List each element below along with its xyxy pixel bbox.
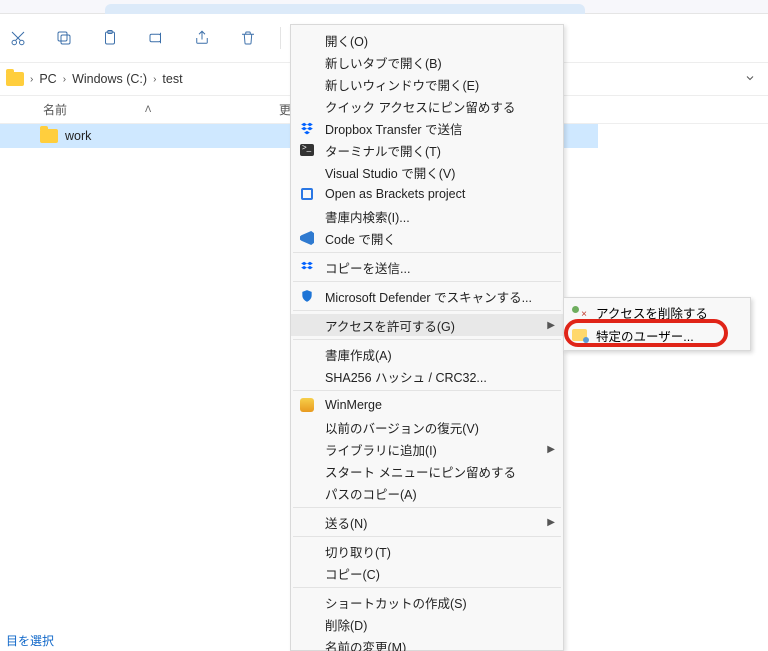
chevron-down-icon[interactable] <box>744 72 756 87</box>
menu-add-library[interactable]: ライブラリに追加(I) ▶ <box>291 438 563 460</box>
menu-create-archive[interactable]: 書庫作成(A) <box>291 343 563 365</box>
chevron-right-icon: › <box>63 74 66 85</box>
copy-icon[interactable] <box>54 28 74 48</box>
dropbox-icon <box>299 120 315 136</box>
menu-send-copy[interactable]: コピーを送信... <box>291 256 563 278</box>
menu-winmerge[interactable]: WinMerge <box>291 394 563 416</box>
context-menu: 開く(O) 新しいタブで開く(B) 新しいウィンドウで開く(E) クイック アク… <box>290 24 564 651</box>
menu-separator <box>293 390 561 391</box>
menu-sha256[interactable]: SHA256 ハッシュ / CRC32... <box>291 365 563 387</box>
menu-create-shortcut[interactable]: ショートカットの作成(S) <box>291 591 563 613</box>
menu-rename[interactable]: 名前の変更(M) <box>291 635 563 651</box>
status-text: 目を選択 <box>6 632 54 649</box>
menu-separator <box>293 587 561 588</box>
tab-strip <box>0 0 768 14</box>
submenu-grant-access: アクセスを削除する 特定のユーザー... <box>563 297 751 351</box>
specific-user-icon <box>571 327 587 343</box>
chevron-right-icon: ▶ <box>547 320 555 331</box>
menu-grant-access[interactable]: アクセスを許可する(G) ▶ <box>291 314 563 336</box>
share-icon[interactable] <box>192 28 212 48</box>
item-name: work <box>65 129 295 143</box>
vscode-icon <box>299 230 315 246</box>
menu-open-new-window[interactable]: 新しいウィンドウで開く(E) <box>291 73 563 95</box>
shield-icon <box>299 288 315 304</box>
chevron-right-icon: › <box>153 74 156 85</box>
terminal-icon <box>299 142 315 158</box>
dropbox-icon <box>299 259 315 275</box>
breadcrumb-pc[interactable]: PC <box>39 72 56 86</box>
column-name[interactable]: 名前 <box>43 101 67 118</box>
menu-pin-quick-access[interactable]: クイック アクセスにピン留めする <box>291 95 563 117</box>
menu-separator <box>293 310 561 311</box>
menu-open[interactable]: 開く(O) <box>291 29 563 51</box>
menu-archive-search[interactable]: 書庫内検索(I)... <box>291 205 563 227</box>
folder-icon <box>6 72 24 86</box>
menu-path-copy[interactable]: パスのコピー(A) <box>291 482 563 504</box>
delete-icon[interactable] <box>238 28 258 48</box>
breadcrumb-folder[interactable]: test <box>162 72 182 86</box>
menu-open-vscode[interactable]: Code で開く <box>291 227 563 249</box>
menu-copy[interactable]: コピー(C) <box>291 562 563 584</box>
rename-icon[interactable] <box>146 28 166 48</box>
chevron-right-icon: ▶ <box>547 517 555 528</box>
menu-separator <box>293 281 561 282</box>
remove-user-icon <box>571 304 587 320</box>
chevron-right-icon: › <box>30 74 33 85</box>
menu-separator <box>293 536 561 537</box>
menu-open-new-tab[interactable]: 新しいタブで開く(B) <box>291 51 563 73</box>
sort-indicator-icon: ᐱ <box>145 104 151 115</box>
chevron-right-icon: ▶ <box>547 444 555 455</box>
menu-separator <box>293 252 561 253</box>
folder-icon <box>40 129 58 143</box>
menu-separator <box>293 339 561 340</box>
menu-open-visual-studio[interactable]: Visual Studio で開く(V) <box>291 161 563 183</box>
status-bar: 目を選択 <box>0 629 54 651</box>
winmerge-icon <box>299 397 315 413</box>
paste-icon[interactable] <box>100 28 120 48</box>
breadcrumb-drive[interactable]: Windows (C:) <box>72 72 147 86</box>
menu-defender-scan[interactable]: Microsoft Defender でスキャンする... <box>291 285 563 307</box>
menu-pin-start[interactable]: スタート メニューにピン留めする <box>291 460 563 482</box>
submenu-remove-access[interactable]: アクセスを削除する <box>564 301 750 324</box>
menu-restore-previous[interactable]: 以前のバージョンの復元(V) <box>291 416 563 438</box>
menu-delete[interactable]: 削除(D) <box>291 613 563 635</box>
submenu-specific-user[interactable]: 特定のユーザー... <box>564 324 750 347</box>
menu-send-to[interactable]: 送る(N) ▶ <box>291 511 563 533</box>
menu-cut[interactable]: 切り取り(T) <box>291 540 563 562</box>
menu-open-brackets[interactable]: Open as Brackets project <box>291 183 563 205</box>
menu-open-terminal[interactable]: ターミナルで開く(T) <box>291 139 563 161</box>
menu-dropbox-transfer[interactable]: Dropbox Transfer で送信 <box>291 117 563 139</box>
brackets-icon <box>299 186 315 202</box>
separator <box>280 27 281 49</box>
menu-separator <box>293 507 561 508</box>
cut-icon[interactable] <box>8 28 28 48</box>
